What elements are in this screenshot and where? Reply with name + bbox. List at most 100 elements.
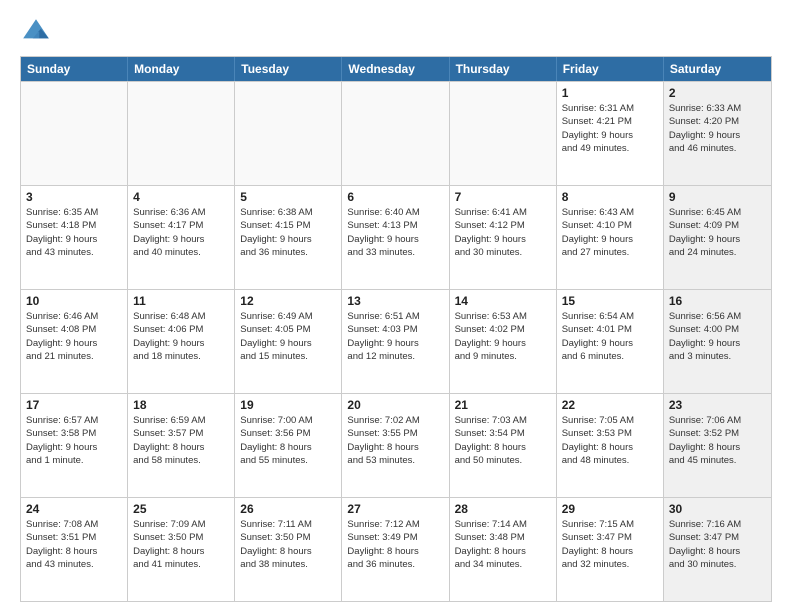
day-info: Sunrise: 6:46 AM Sunset: 4:08 PM Dayligh…: [26, 310, 122, 363]
day-info: Sunrise: 6:59 AM Sunset: 3:57 PM Dayligh…: [133, 414, 229, 467]
calendar-day-20: 20 Sunrise: 7:02 AM Sunset: 3:55 PM Dayli…: [342, 394, 449, 497]
calendar-day-12: 12 Sunrise: 6:49 AM Sunset: 4:05 PM Dayli…: [235, 290, 342, 393]
header: [20, 16, 772, 48]
day-number: 6: [347, 190, 443, 204]
day-info: Sunrise: 7:00 AM Sunset: 3:56 PM Dayligh…: [240, 414, 336, 467]
day-info: Sunrise: 7:05 AM Sunset: 3:53 PM Dayligh…: [562, 414, 658, 467]
calendar-day-17: 17 Sunrise: 6:57 AM Sunset: 3:58 PM Dayli…: [21, 394, 128, 497]
day-info: Sunrise: 6:43 AM Sunset: 4:10 PM Dayligh…: [562, 206, 658, 259]
day-number: 8: [562, 190, 658, 204]
calendar-day-14: 14 Sunrise: 6:53 AM Sunset: 4:02 PM Dayli…: [450, 290, 557, 393]
calendar-day-2: 2Sunrise: 6:33 AM Sunset: 4:20 PM Daylig…: [664, 82, 771, 185]
calendar-day-11: 11 Sunrise: 6:48 AM Sunset: 4:06 PM Dayli…: [128, 290, 235, 393]
calendar-day-6: 6Sunrise: 6:40 AM Sunset: 4:13 PM Daylig…: [342, 186, 449, 289]
day-number: 4: [133, 190, 229, 204]
day-info: Sunrise: 6:41 AM Sunset: 4:12 PM Dayligh…: [455, 206, 551, 259]
calendar-day-22: 22 Sunrise: 7:05 AM Sunset: 3:53 PM Dayli…: [557, 394, 664, 497]
calendar-row-1: 1 Sunrise: 6:31 AM Sunset: 4:21 PM Daylig…: [21, 81, 771, 185]
calendar-day-8: 8 Sunrise: 6:43 AM Sunset: 4:10 PM Daylig…: [557, 186, 664, 289]
day-info: Sunrise: 7:06 AM Sunset: 3:52 PM Dayligh…: [669, 414, 766, 467]
day-info: Sunrise: 6:51 AM Sunset: 4:03 PM Dayligh…: [347, 310, 443, 363]
calendar-empty-cell: [342, 82, 449, 185]
day-info: Sunrise: 6:49 AM Sunset: 4:05 PM Dayligh…: [240, 310, 336, 363]
day-info: Sunrise: 7:12 AM Sunset: 3:49 PM Dayligh…: [347, 518, 443, 571]
day-info: Sunrise: 6:53 AM Sunset: 4:02 PM Dayligh…: [455, 310, 551, 363]
day-info: Sunrise: 7:02 AM Sunset: 3:55 PM Dayligh…: [347, 414, 443, 467]
page: SundayMondayTuesdayWednesdayThursdayFrid…: [0, 0, 792, 612]
day-number: 20: [347, 398, 443, 412]
day-number: 18: [133, 398, 229, 412]
day-number: 25: [133, 502, 229, 516]
weekday-header-wednesday: Wednesday: [342, 57, 449, 81]
calendar: SundayMondayTuesdayWednesdayThursdayFrid…: [20, 56, 772, 602]
calendar-day-4: 4 Sunrise: 6:36 AM Sunset: 4:17 PM Daylig…: [128, 186, 235, 289]
calendar-day-13: 13Sunrise: 6:51 AM Sunset: 4:03 PM Dayli…: [342, 290, 449, 393]
calendar-day-9: 9Sunrise: 6:45 AM Sunset: 4:09 PM Daylig…: [664, 186, 771, 289]
day-info: Sunrise: 6:36 AM Sunset: 4:17 PM Dayligh…: [133, 206, 229, 259]
day-info: Sunrise: 7:09 AM Sunset: 3:50 PM Dayligh…: [133, 518, 229, 571]
day-info: Sunrise: 7:11 AM Sunset: 3:50 PM Dayligh…: [240, 518, 336, 571]
calendar-row-2: 3 Sunrise: 6:35 AM Sunset: 4:18 PM Daylig…: [21, 185, 771, 289]
calendar-day-3: 3 Sunrise: 6:35 AM Sunset: 4:18 PM Daylig…: [21, 186, 128, 289]
day-number: 29: [562, 502, 658, 516]
day-number: 21: [455, 398, 551, 412]
day-number: 19: [240, 398, 336, 412]
calendar-day-24: 24 Sunrise: 7:08 AM Sunset: 3:51 PM Dayli…: [21, 498, 128, 601]
day-number: 1: [562, 86, 658, 100]
day-info: Sunrise: 6:56 AM Sunset: 4:00 PM Dayligh…: [669, 310, 766, 363]
calendar-day-16: 16 Sunrise: 6:56 AM Sunset: 4:00 PM Dayli…: [664, 290, 771, 393]
calendar-header: SundayMondayTuesdayWednesdayThursdayFrid…: [21, 57, 771, 81]
calendar-empty-cell: [21, 82, 128, 185]
weekday-header-thursday: Thursday: [450, 57, 557, 81]
calendar-row-4: 17 Sunrise: 6:57 AM Sunset: 3:58 PM Dayli…: [21, 393, 771, 497]
day-info: Sunrise: 7:03 AM Sunset: 3:54 PM Dayligh…: [455, 414, 551, 467]
day-number: 28: [455, 502, 551, 516]
weekday-header-friday: Friday: [557, 57, 664, 81]
day-number: 22: [562, 398, 658, 412]
calendar-day-28: 28 Sunrise: 7:14 AM Sunset: 3:48 PM Dayli…: [450, 498, 557, 601]
calendar-day-29: 29 Sunrise: 7:15 AM Sunset: 3:47 PM Dayli…: [557, 498, 664, 601]
calendar-day-27: 27 Sunrise: 7:12 AM Sunset: 3:49 PM Dayli…: [342, 498, 449, 601]
calendar-body: 1 Sunrise: 6:31 AM Sunset: 4:21 PM Daylig…: [21, 81, 771, 601]
day-info: Sunrise: 7:14 AM Sunset: 3:48 PM Dayligh…: [455, 518, 551, 571]
day-info: Sunrise: 6:45 AM Sunset: 4:09 PM Dayligh…: [669, 206, 766, 259]
calendar-empty-cell: [128, 82, 235, 185]
day-number: 17: [26, 398, 122, 412]
logo-icon: [20, 16, 52, 48]
calendar-day-19: 19 Sunrise: 7:00 AM Sunset: 3:56 PM Dayli…: [235, 394, 342, 497]
calendar-day-15: 15 Sunrise: 6:54 AM Sunset: 4:01 PM Dayli…: [557, 290, 664, 393]
logo: [20, 16, 56, 48]
day-number: 2: [669, 86, 766, 100]
day-number: 15: [562, 294, 658, 308]
day-number: 26: [240, 502, 336, 516]
day-info: Sunrise: 6:48 AM Sunset: 4:06 PM Dayligh…: [133, 310, 229, 363]
day-info: Sunrise: 7:16 AM Sunset: 3:47 PM Dayligh…: [669, 518, 766, 571]
weekday-header-saturday: Saturday: [664, 57, 771, 81]
day-info: Sunrise: 7:15 AM Sunset: 3:47 PM Dayligh…: [562, 518, 658, 571]
day-info: Sunrise: 6:35 AM Sunset: 4:18 PM Dayligh…: [26, 206, 122, 259]
day-info: Sunrise: 6:54 AM Sunset: 4:01 PM Dayligh…: [562, 310, 658, 363]
calendar-day-30: 30 Sunrise: 7:16 AM Sunset: 3:47 PM Dayli…: [664, 498, 771, 601]
day-info: Sunrise: 6:57 AM Sunset: 3:58 PM Dayligh…: [26, 414, 122, 467]
day-info: Sunrise: 6:31 AM Sunset: 4:21 PM Dayligh…: [562, 102, 658, 155]
day-info: Sunrise: 6:38 AM Sunset: 4:15 PM Dayligh…: [240, 206, 336, 259]
day-number: 24: [26, 502, 122, 516]
calendar-row-3: 10Sunrise: 6:46 AM Sunset: 4:08 PM Dayli…: [21, 289, 771, 393]
calendar-empty-cell: [450, 82, 557, 185]
day-number: 16: [669, 294, 766, 308]
calendar-day-5: 5Sunrise: 6:38 AM Sunset: 4:15 PM Daylig…: [235, 186, 342, 289]
calendar-day-21: 21 Sunrise: 7:03 AM Sunset: 3:54 PM Dayli…: [450, 394, 557, 497]
day-number: 7: [455, 190, 551, 204]
calendar-day-25: 25 Sunrise: 7:09 AM Sunset: 3:50 PM Dayli…: [128, 498, 235, 601]
day-number: 27: [347, 502, 443, 516]
day-number: 11: [133, 294, 229, 308]
day-info: Sunrise: 7:08 AM Sunset: 3:51 PM Dayligh…: [26, 518, 122, 571]
calendar-day-18: 18 Sunrise: 6:59 AM Sunset: 3:57 PM Dayli…: [128, 394, 235, 497]
day-number: 30: [669, 502, 766, 516]
calendar-day-7: 7 Sunrise: 6:41 AM Sunset: 4:12 PM Daylig…: [450, 186, 557, 289]
calendar-empty-cell: [235, 82, 342, 185]
day-number: 14: [455, 294, 551, 308]
day-number: 12: [240, 294, 336, 308]
day-number: 3: [26, 190, 122, 204]
calendar-day-1: 1 Sunrise: 6:31 AM Sunset: 4:21 PM Daylig…: [557, 82, 664, 185]
